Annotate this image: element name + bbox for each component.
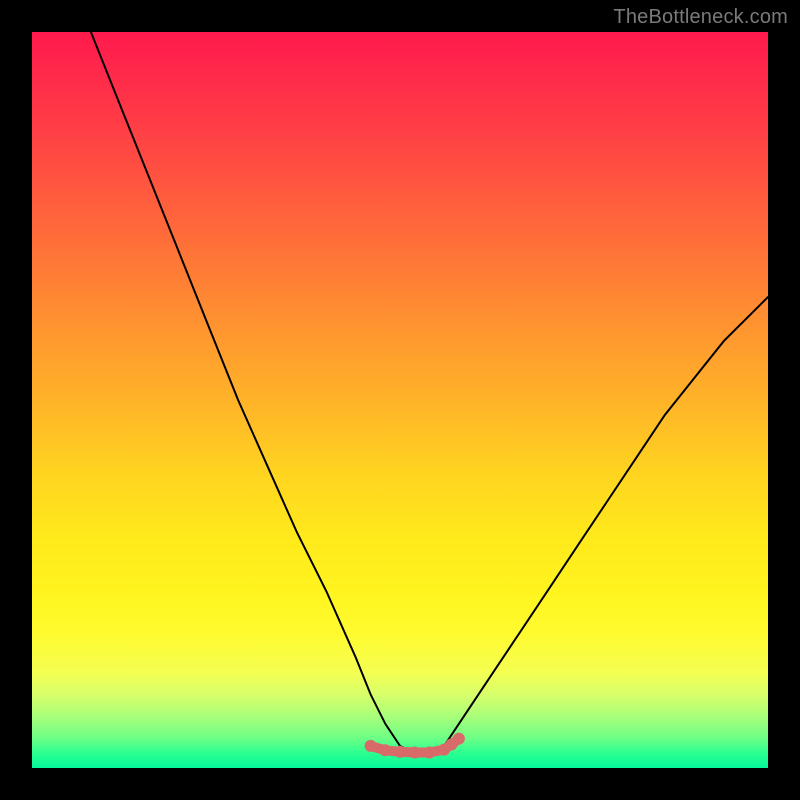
bottom-mark-dot [379, 744, 391, 756]
plot-area [32, 32, 768, 768]
watermark-text: TheBottleneck.com [613, 6, 788, 29]
plot-svg [32, 32, 768, 768]
bottom-mark-dot [423, 747, 435, 759]
bottom-mark-dot [394, 746, 406, 758]
bottom-mark-dot [365, 740, 377, 752]
curve-path [91, 32, 768, 753]
chart-frame: TheBottleneck.com [0, 0, 800, 800]
bottom-mark-dot [453, 733, 465, 745]
bottom-mark-dot [409, 747, 421, 759]
